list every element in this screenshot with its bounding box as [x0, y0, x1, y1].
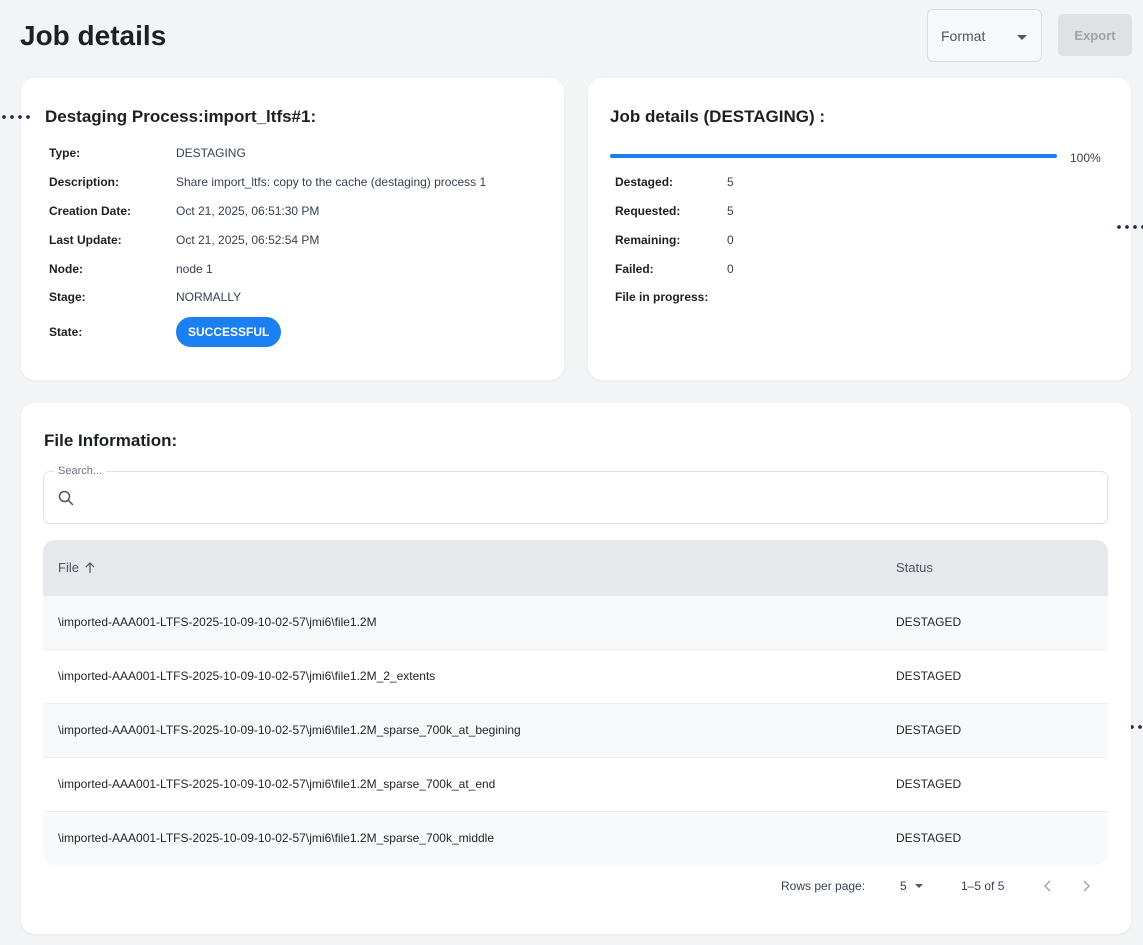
field-value: 5 — [727, 175, 734, 189]
field-value: 5 — [727, 204, 734, 218]
field-value: 0 — [727, 233, 734, 247]
field-label: Remaining: — [615, 233, 681, 247]
file-information-heading: File Information: — [44, 431, 178, 450]
file-path: \imported-AAA001-LTFS-2025-10-09-10-02-5… — [58, 777, 496, 791]
file-path: \imported-AAA001-LTFS-2025-10-09-10-02-5… — [58, 615, 377, 629]
progress-heading: Job details (DESTAGING) : — [610, 107, 826, 126]
caret-down-icon — [914, 884, 923, 888]
file-status: DESTAGED — [896, 831, 962, 845]
file-path: \imported-AAA001-LTFS-2025-10-09-10-02-5… — [58, 723, 521, 737]
process-card: Destaging Process:import_ltfs#1: Type: D… — [21, 78, 564, 380]
file-status: DESTAGED — [896, 669, 962, 683]
status-badge: SUCCESSFUL — [176, 317, 282, 347]
file-path: \imported-AAA001-LTFS-2025-10-09-10-02-5… — [58, 831, 495, 845]
table-row[interactable]: \imported-AAA001-LTFS-2025-10-09-10-02-5… — [43, 596, 1108, 650]
export-button[interactable]: Export — [1058, 14, 1132, 56]
field-value: DESTAGING — [176, 146, 246, 160]
format-select-label: Format — [941, 27, 986, 44]
file-status: DESTAGED — [896, 777, 962, 791]
field-label: Description: — [49, 175, 120, 189]
field-label: Type: — [49, 146, 81, 160]
field-value: 0 — [727, 262, 734, 276]
field-value: node 1 — [176, 262, 213, 276]
file-table: File Status \imported-AAA001-LTFS-2025-1… — [43, 540, 1108, 865]
pagination-range: 1–5 of 5 — [961, 879, 1005, 893]
format-select[interactable]: Format — [927, 9, 1042, 62]
field-label: State: — [49, 325, 83, 339]
field-value: Oct 21, 2025, 06:51:30 PM — [176, 204, 320, 218]
field-label: Destaged: — [615, 175, 674, 189]
table-row[interactable]: \imported-AAA001-LTFS-2025-10-09-10-02-5… — [43, 758, 1108, 812]
process-heading: Destaging Process:import_ltfs#1: — [45, 107, 317, 126]
page-title: Job details — [20, 20, 167, 51]
rows-per-page-label: Rows per page: — [781, 879, 866, 893]
field-label: Stage: — [49, 290, 86, 304]
field-label: Creation Date: — [49, 204, 132, 218]
field-value: Oct 21, 2025, 06:52:54 PM — [176, 233, 320, 247]
table-row[interactable]: \imported-AAA001-LTFS-2025-10-09-10-02-5… — [43, 704, 1108, 758]
file-status: DESTAGED — [896, 615, 962, 629]
field-label: Failed: — [615, 262, 654, 276]
file-path: \imported-AAA001-LTFS-2025-10-09-10-02-5… — [58, 669, 436, 683]
progress-card: Job details (DESTAGING) : 100% Destaged:… — [588, 78, 1131, 380]
field-value: Share import_ltfs: copy to the cache (de… — [176, 175, 487, 189]
field-label: Node: — [49, 262, 83, 276]
decorative-dots — [0, 115, 32, 119]
progress-percent: 100% — [1070, 151, 1101, 165]
caret-down-icon — [1017, 35, 1027, 40]
field-value: NORMALLY — [176, 290, 242, 304]
search-input[interactable]: Search... — [43, 465, 1108, 524]
file-information-card: File Information: Search... File Status … — [21, 403, 1131, 934]
rows-per-page-select[interactable]: 5 — [900, 879, 923, 893]
table-row[interactable]: \imported-AAA001-LTFS-2025-10-09-10-02-5… — [43, 650, 1108, 704]
rows-per-page-value: 5 — [900, 879, 907, 893]
decorative-dots — [1115, 225, 1143, 229]
field-label: File in progress: — [615, 290, 709, 304]
table-header: File Status — [43, 540, 1108, 596]
progress-bar — [610, 154, 1057, 158]
file-status: DESTAGED — [896, 723, 962, 737]
column-header-status[interactable]: Status — [896, 560, 933, 575]
chevron-left-icon[interactable] — [1043, 880, 1053, 892]
field-label: Last Update: — [49, 233, 122, 247]
arrow-up-icon — [85, 562, 95, 573]
column-header-file[interactable]: File — [58, 560, 95, 575]
search-label: Search... — [54, 465, 107, 477]
table-row[interactable]: \imported-AAA001-LTFS-2025-10-09-10-02-5… — [43, 812, 1108, 865]
table-body: \imported-AAA001-LTFS-2025-10-09-10-02-5… — [43, 596, 1108, 865]
search-icon — [58, 490, 74, 506]
column-header-label: File — [58, 560, 79, 575]
field-label: Requested: — [615, 204, 681, 218]
chevron-right-icon[interactable] — [1081, 880, 1091, 892]
